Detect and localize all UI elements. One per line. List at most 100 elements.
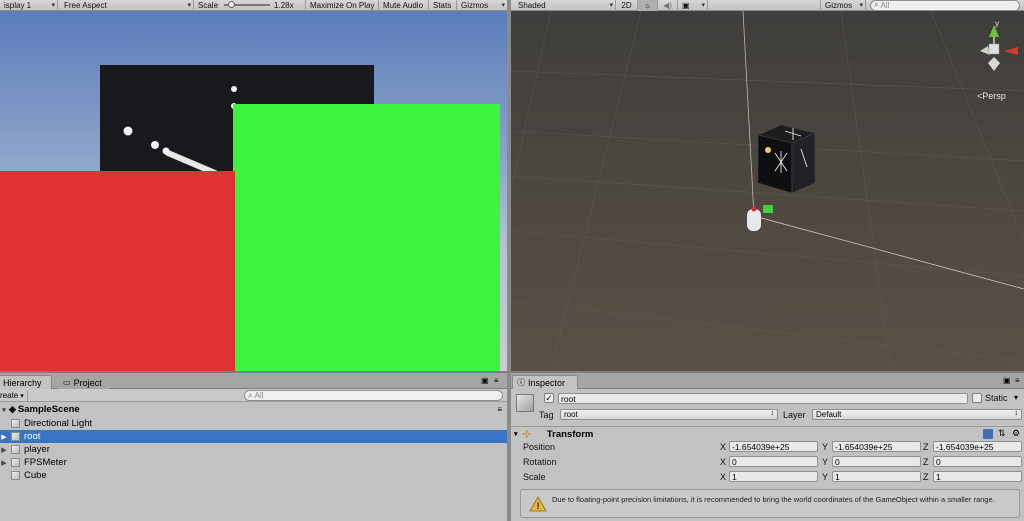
hierarchy-search-input[interactable]: ⌕ All [244,390,503,401]
axis-label: X [720,442,727,452]
layer-label: Layer [783,410,806,420]
transform-y-field[interactable]: -1.654039e+25 [832,441,921,452]
lock-icon[interactable]: ▣ [481,376,489,385]
transform-x-field[interactable]: 0 [729,456,818,467]
transform-value: 1 [936,471,941,482]
axis-label: Y [822,472,829,482]
info-icon: ⓘ [517,378,525,387]
red-quad [0,171,235,371]
hierarchy-tab-label: Hierarchy [3,377,42,388]
hierarchy-tabbar: Hierarchy ▭ Project ▣ ≡ [0,373,507,389]
scene-search-input[interactable]: ⌕ All [870,0,1020,11]
gameobject-icon [11,432,20,441]
static-label: Static [985,393,1008,403]
scene-row[interactable]: ▾ ◈ SampleScene ≡ [0,403,507,416]
hierarchy-panel: reate ▾ ⌕ All ▾ ◈ SampleScene ≡ Direction… [0,389,507,521]
static-checkbox[interactable] [972,393,982,403]
transform-title: Transform [546,428,594,440]
collapse-arrow-icon[interactable]: ▾ [514,430,518,438]
game-gizmos-dropdown[interactable]: Gizmos [457,0,507,11]
transform-icon: ⊹ [522,428,531,440]
green-quad [233,104,500,371]
projection-toggle[interactable]: <Persp [977,91,1006,101]
effects-dropdown[interactable]: ▣ [678,0,708,11]
mute-audio-toggle[interactable]: Mute Audio [379,0,429,11]
book-icon[interactable] [983,429,993,439]
sun-icon: ☼ [643,0,652,10]
expand-arrow-icon[interactable]: ▶ [0,433,8,441]
stats-toggle[interactable]: Stats [429,0,457,11]
transform-value: -1.654039e+25 [835,441,893,452]
axis-label: Y [822,442,829,452]
transform-header[interactable]: ▾ ⊹ Transform ⇅ ⚙ [511,427,1024,441]
transform-value: 0 [732,456,737,467]
transform-y-field[interactable]: 0 [832,456,921,467]
tag-dropdown[interactable]: root [560,409,778,420]
create-dropdown[interactable]: reate ▾ [0,390,28,401]
object-name-value: root [561,393,576,404]
transform-x-field[interactable]: -1.654039e+25 [729,441,818,452]
svg-text:!: ! [537,501,540,511]
active-checkbox[interactable]: ✓ [544,393,554,403]
particle [231,86,237,92]
static-dropdown-icon[interactable]: ▾ [1014,393,1018,402]
scene-menu-icon[interactable]: ≡ [497,405,502,414]
orientation-gizmo-icon[interactable]: y [964,15,1024,79]
hierarchy-item[interactable]: Cube [0,469,507,482]
hierarchy-item[interactable]: ▶ FPSMeter [0,456,507,469]
axis-label: Y [822,457,829,467]
tab-hierarchy[interactable]: Hierarchy [0,375,52,389]
tab-inspector[interactable]: ⓘ Inspector [512,375,578,389]
panel-menu-icon[interactable]: ≡ [494,376,499,385]
folder-icon: ▭ [63,378,71,387]
transform-x-field[interactable]: 1 [729,471,818,482]
dropdown-arrow-icon: ▾ [20,392,24,400]
hierarchy-item[interactable]: ▶ root [0,430,507,443]
axis-label: Z [923,442,929,452]
scale-slider-thumb[interactable] [228,1,236,8]
hierarchy-item[interactable]: Directional Light [0,417,507,430]
lighting-toggle[interactable]: ☼ [638,0,658,11]
object-name-field[interactable]: root [558,393,968,404]
transform-y-field[interactable]: 1 [832,471,921,482]
transform-row-label: Position [523,442,556,452]
mode-2d-toggle[interactable]: 2D [616,0,638,11]
warning-icon: ! [529,496,547,512]
scene-name: SampleScene [17,404,80,415]
maximize-on-play-toggle[interactable]: Maximize On Play [306,0,379,11]
expand-arrow-icon[interactable]: ▶ [0,446,8,454]
scene-gizmos-dropdown[interactable]: Gizmos [820,0,866,11]
game-view[interactable] [0,11,507,371]
transform-z-field[interactable]: 0 [933,456,1022,467]
audio-toggle[interactable]: ◀) [658,0,678,11]
transform-z-field[interactable]: -1.654039e+25 [933,441,1022,452]
preset-icon[interactable]: ⇅ [998,428,1006,439]
scale-slider[interactable] [224,1,271,8]
shading-dropdown[interactable]: Shaded [511,0,616,11]
tab-project[interactable]: ▭ Project [58,375,109,389]
tag-label: Tag [539,410,554,420]
aspect-dropdown[interactable]: Free Aspect [58,0,194,11]
project-tab-label: Project [73,377,102,388]
expand-arrow-icon[interactable]: ▾ [0,406,8,414]
tag-value: root [564,410,578,419]
pivot-capsule [747,209,761,231]
scale-control[interactable]: Scale 1.28x [194,0,306,11]
mode-2d-label: 2D [621,0,632,10]
gear-icon[interactable]: ⚙ [1012,428,1020,439]
lock-icon[interactable]: ▣ [1003,376,1011,385]
scene-view[interactable]: y <Persp [511,11,1024,371]
panel-menu-icon[interactable]: ≡ [1015,376,1020,385]
layer-dropdown[interactable]: Default [812,409,1022,420]
expand-arrow-icon[interactable]: ▶ [0,459,8,467]
display-dropdown[interactable]: isplay 1 [0,0,58,11]
gizmo-y-label: y [995,19,999,28]
particle [151,141,159,149]
shading-label: Shaded [518,0,546,10]
transform-z-field[interactable]: 1 [933,471,1022,482]
particle [123,126,133,136]
unity-scene-icon: ◈ [9,404,16,414]
stats-label: Stats [433,0,452,10]
hierarchy-item[interactable]: ▶ player [0,443,507,456]
search-icon: ⌕ [874,0,879,9]
